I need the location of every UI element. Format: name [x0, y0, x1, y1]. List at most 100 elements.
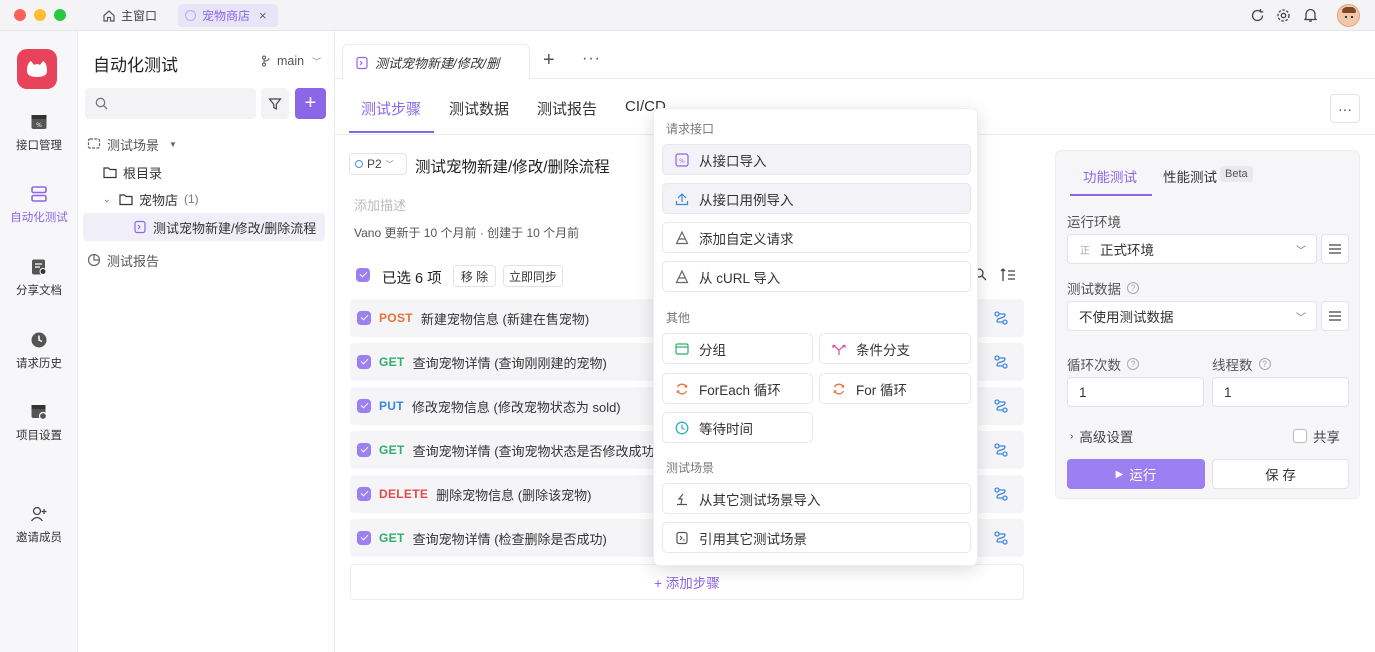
tree-item-folder[interactable]: ⌄ 宠物店 (1): [103, 186, 199, 212]
bell-icon[interactable]: [1303, 7, 1318, 23]
filter-button[interactable]: [261, 88, 289, 119]
tree-item-scenario[interactable]: 测试宠物新建/修改/删除流程: [83, 213, 325, 241]
rail-item-share[interactable]: 分享文档: [0, 258, 78, 298]
tree-report-header[interactable]: 测试报告: [87, 247, 159, 273]
step-checkbox[interactable]: [357, 531, 371, 545]
close-tab-icon[interactable]: ×: [259, 8, 267, 23]
invite-icon: [30, 506, 47, 522]
step-link-icon[interactable]: [993, 310, 1009, 326]
data-manage-button[interactable]: [1321, 301, 1349, 331]
tab-home[interactable]: 主窗口: [96, 4, 163, 27]
tab-functional-test[interactable]: 功能测试: [1083, 166, 1137, 186]
chevron-right-icon: ›: [1070, 430, 1074, 442]
step-link-icon[interactable]: [993, 486, 1009, 502]
sync-button[interactable]: 立即同步: [503, 265, 563, 287]
tab-test-report[interactable]: 测试报告: [537, 98, 597, 119]
menu-item-import-case[interactable]: 从接口用例导入: [662, 183, 971, 214]
env-select[interactable]: 正 正式环境 ﹀: [1067, 234, 1317, 264]
menu-item-condition[interactable]: 条件分支: [819, 333, 971, 364]
tree-item-label: 测试宠物新建/修改/删除流程: [153, 220, 317, 236]
doc-tab[interactable]: 测试宠物新建/修改/删: [342, 44, 530, 80]
rail-item-label: 邀请成员: [16, 532, 62, 544]
menu-item-wait[interactable]: 等待时间: [662, 412, 813, 443]
refresh-icon[interactable]: [1250, 8, 1265, 23]
advanced-settings-toggle[interactable]: › 高级设置: [1070, 426, 1133, 446]
menu-item-foreach[interactable]: ForEach 循环: [662, 373, 813, 404]
sort-icon[interactable]: [1000, 268, 1016, 282]
test-data-select[interactable]: 不使用测试数据 ﹀: [1067, 301, 1317, 331]
filter-icon: [268, 97, 282, 110]
caret-down-icon: ▼: [169, 139, 177, 149]
step-link-icon[interactable]: [993, 442, 1009, 458]
branch-selector[interactable]: main ﹀: [261, 54, 321, 68]
rail-item-history[interactable]: 请求历史: [0, 331, 78, 371]
menu-item-group[interactable]: 分组: [662, 333, 813, 364]
step-name: 新建宠物信息 (新建在售宠物): [420, 311, 590, 327]
menu-item-import-scene[interactable]: 从其它测试场景导入: [662, 483, 971, 514]
chevron-down-icon: ⌄: [103, 193, 111, 204]
step-checkbox[interactable]: [357, 443, 371, 457]
chevron-down-icon: ﹀: [385, 159, 394, 169]
minimize-window-button[interactable]: [34, 9, 46, 21]
tab-pet-store[interactable]: 宠物商店 ×: [178, 4, 278, 27]
thread-count-input[interactable]: 1: [1212, 377, 1349, 407]
step-checkbox[interactable]: [357, 355, 371, 369]
rail-item-automation[interactable]: 自动化测试: [0, 185, 78, 225]
step-link-icon[interactable]: [993, 530, 1009, 546]
step-name: 查询宠物详情 (查询刚刚建的宠物): [412, 355, 607, 371]
doc-tab-label: 测试宠物新建/修改/删: [375, 56, 500, 71]
run-button[interactable]: ▶ 运行: [1067, 459, 1205, 489]
step-link-icon[interactable]: [993, 354, 1009, 370]
remove-button[interactable]: 移 除: [453, 265, 496, 287]
tree-item-root[interactable]: 根目录: [103, 159, 162, 185]
menu-item-custom-request[interactable]: 添加自定义请求: [662, 222, 971, 253]
priority-value: P2: [367, 157, 382, 171]
app-logo: [17, 49, 57, 89]
more-options-button[interactable]: ···: [1330, 94, 1360, 123]
description-input[interactable]: 添加描述: [354, 195, 406, 214]
rail-item-invite[interactable]: 邀请成员: [0, 505, 78, 545]
tab-test-steps[interactable]: 测试步骤: [361, 98, 421, 119]
loop-count-input[interactable]: 1: [1067, 377, 1204, 407]
step-checkbox[interactable]: [357, 487, 371, 501]
scenario-title[interactable]: 测试宠物新建/修改/删除流程: [415, 155, 610, 177]
add-step-button[interactable]: + 添加步骤: [350, 564, 1024, 600]
menu-item-ref-scene[interactable]: 引用其它测试场景: [662, 522, 971, 553]
env-manage-button[interactable]: [1321, 234, 1349, 264]
share-checkbox[interactable]: 共享: [1293, 426, 1340, 446]
step-link-icon[interactable]: [993, 398, 1009, 414]
step-name: 修改宠物信息 (修改宠物状态为 sold): [411, 399, 621, 415]
tab-test-data[interactable]: 测试数据: [449, 98, 509, 119]
step-method: DELETE: [379, 487, 429, 501]
rail-item-api[interactable]: % 接口管理: [0, 113, 78, 153]
step-method: GET: [379, 443, 405, 457]
search-input[interactable]: [85, 88, 256, 119]
step-checkbox[interactable]: [357, 311, 371, 325]
menu-item-curl[interactable]: 从 cURL 导入: [662, 261, 971, 292]
add-button[interactable]: +: [295, 88, 326, 119]
avatar[interactable]: [1337, 4, 1360, 27]
menu-item-import-api[interactable]: % 从接口导入: [662, 144, 971, 175]
menu-icon: [1329, 311, 1341, 321]
tree-report-label: 测试报告: [107, 253, 160, 269]
select-all-checkbox[interactable]: [356, 268, 370, 282]
chevron-down-icon: ﹀: [1296, 245, 1306, 257]
gear-icon[interactable]: [1276, 8, 1291, 23]
tree-scenes-header[interactable]: 测试场景 ▼: [87, 131, 177, 157]
zoom-window-button[interactable]: [54, 9, 66, 21]
close-window-button[interactable]: [14, 9, 26, 21]
env-value: 正式环境: [1100, 243, 1154, 258]
play-icon: ▶: [1115, 468, 1124, 480]
tree-item-count: (1): [184, 192, 199, 206]
priority-select[interactable]: P2 ﹀: [349, 153, 407, 175]
more-tabs-button[interactable]: ···: [582, 50, 601, 68]
rail-item-settings[interactable]: 项目设置: [0, 403, 78, 443]
rail-item-label: 请求历史: [16, 358, 62, 370]
save-button[interactable]: 保 存: [1212, 459, 1349, 489]
tab-performance-test[interactable]: 性能测试: [1163, 166, 1217, 186]
menu-item-for-loop[interactable]: For 循环: [819, 373, 971, 404]
step-method: POST: [379, 311, 413, 325]
step-checkbox[interactable]: [357, 399, 371, 413]
new-tab-button[interactable]: +: [543, 49, 555, 72]
help-icon: ?: [1258, 358, 1271, 370]
